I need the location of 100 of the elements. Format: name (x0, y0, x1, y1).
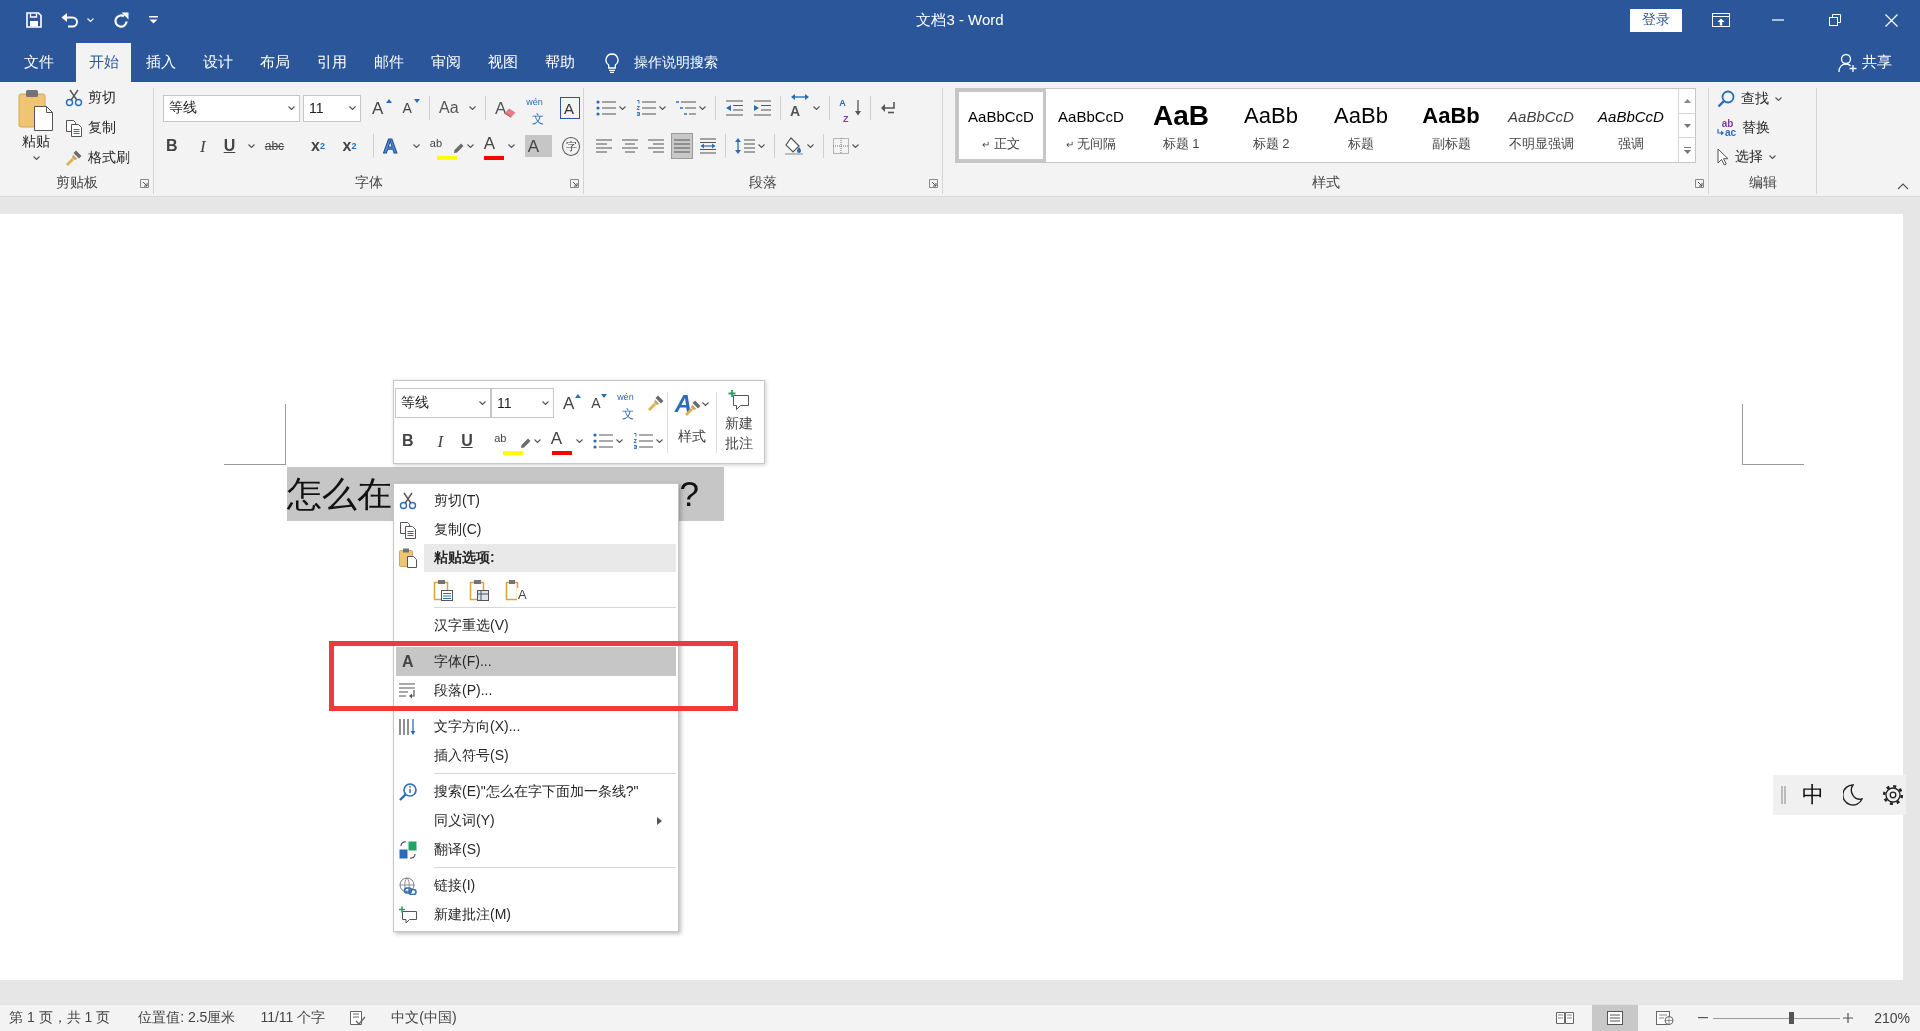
menu-item[interactable]: 文字方向(X)... (396, 712, 676, 741)
bold-button[interactable]: B (399, 428, 429, 454)
highlight-button[interactable]: ab (426, 133, 477, 159)
text-effects-button[interactable]: A (379, 133, 423, 159)
grow-font-button[interactable]: A (560, 390, 585, 416)
style-item[interactable]: AaBb 副标题 (1406, 89, 1496, 162)
ribbon-tab[interactable]: 审阅 (418, 43, 473, 82)
font-name-field[interactable]: 等线 (395, 388, 491, 418)
word-count[interactable]: 11/11 个字 (260, 1009, 326, 1027)
style-item[interactable]: AaB 标题 1 (1136, 89, 1226, 162)
font-size-field[interactable]: 11 (491, 388, 554, 418)
shrink-font-button[interactable]: A (588, 390, 611, 416)
drag-handle-icon[interactable] (1781, 786, 1786, 804)
style-item[interactable]: AaBb 标题 (1316, 89, 1406, 162)
language-indicator[interactable]: 中文(中国) (391, 1009, 457, 1027)
sort-button[interactable]: A Z (836, 95, 865, 121)
new-comment-button[interactable]: 新建批注 (717, 388, 761, 463)
copy-icon (399, 520, 417, 539)
highlight-button[interactable]: ab (491, 428, 544, 454)
dialog-launcher-icon[interactable] (570, 178, 579, 188)
menu-item[interactable]: 插入符号(S) (396, 741, 676, 770)
style-item[interactable]: AaBbCcD 强调 (1586, 89, 1676, 162)
italic-button[interactable]: I (194, 133, 217, 159)
underline-button[interactable]: U (220, 133, 258, 159)
dropdown-icon (149, 16, 158, 24)
style-item[interactable]: AaBbCcD ↵ 正文 (956, 89, 1046, 162)
copy-button[interactable]: 复制 (65, 115, 130, 141)
menu-item[interactable]: 汉字重选(V) (396, 611, 676, 640)
settings-icon[interactable] (1882, 784, 1904, 806)
dialog-launcher-icon[interactable] (140, 178, 149, 188)
paste-button[interactable]: 粘贴 (12, 88, 60, 172)
ribbon-tab[interactable]: 设计 (190, 43, 245, 82)
dotted-grid-icon (833, 138, 849, 154)
find-button[interactable]: 查找 (1717, 86, 1782, 112)
moon-icon[interactable] (1843, 784, 1863, 806)
ribbon-tab[interactable]: 视图 (475, 43, 530, 82)
ribbon-tab[interactable]: 布局 (247, 43, 302, 82)
styles-button[interactable]: A 样式 (668, 388, 716, 463)
ribbon-tab[interactable]: 插入 (133, 43, 188, 82)
change-case-button[interactable]: Aa (436, 95, 480, 121)
zoom-percentage[interactable]: 210% (1874, 1010, 1910, 1026)
cut-button[interactable]: 剪切 (65, 85, 130, 111)
input-mode-toggle[interactable]: 中 (1802, 780, 1824, 810)
font-color-button[interactable]: A (480, 133, 518, 159)
brush-icon (65, 149, 83, 167)
dialog-launcher-icon[interactable] (1695, 178, 1704, 188)
ribbon-tab[interactable]: 引用 (304, 43, 359, 82)
style-item[interactable]: AaBbCcD 不明显强调 (1496, 89, 1586, 162)
up-triangle-icon (1683, 98, 1691, 103)
menu-item[interactable]: A 字体(F)... (396, 647, 676, 676)
caret-icon (32, 156, 40, 160)
group-label: 样式 (1311, 174, 1340, 192)
sign-in-button[interactable]: 登录 (1630, 8, 1682, 32)
dialog-launcher-icon[interactable] (929, 178, 938, 188)
underline-button[interactable]: U (458, 428, 488, 454)
distributed-icon (700, 138, 716, 154)
print-layout-button[interactable] (1592, 1005, 1639, 1031)
shrink-font-button[interactable]: A (399, 95, 424, 121)
menu-section-header: 粘贴选项: (424, 544, 676, 572)
menu-item[interactable]: 搜索(E)"怎么在字下面加一条线?" (396, 777, 676, 806)
lightbulb-icon (605, 52, 619, 73)
menu-item[interactable]: 剪切(T) (396, 486, 676, 515)
menu-item[interactable]: 段落(P)... (396, 676, 676, 705)
clear-formatting-button[interactable]: A (492, 95, 520, 121)
style-item[interactable]: AaBb 标题 2 (1226, 89, 1316, 162)
search-icon (1717, 90, 1735, 108)
font-color-button[interactable]: A (547, 428, 587, 454)
select-button[interactable]: 选择 (1717, 144, 1782, 170)
collapse-ribbon-icon[interactable] (1897, 183, 1909, 190)
format-painter-button[interactable]: 格式刷 (65, 145, 130, 171)
eraser-icon (504, 107, 517, 118)
menu-item[interactable]: 链接(I) (396, 871, 676, 900)
menu-item[interactable]: 新建批注(M) (396, 900, 676, 929)
asian-layout-button[interactable]: A (787, 95, 824, 121)
style-item[interactable]: AaBbCcD ↵ 无间隔 (1046, 89, 1136, 162)
tell-me-search[interactable]: 操作说明搜索 (605, 43, 718, 82)
slider-thumb[interactable] (1788, 1012, 1794, 1024)
ribbon-tab[interactable]: 开始 (76, 43, 131, 82)
zoom-in-icon[interactable] (1843, 1013, 1854, 1023)
strikethrough-button[interactable]: abc (261, 133, 305, 159)
outdent-icon (725, 100, 743, 116)
clipboard-icon (505, 579, 519, 601)
vertical-lines-arrow-icon (399, 717, 417, 736)
superscript-button[interactable]: x$^{2}$ (339, 133, 367, 159)
bold-button[interactable]: B (163, 133, 191, 159)
menu-item[interactable]: 复制(C) (396, 515, 676, 544)
font-name-field[interactable]: 等线 (163, 94, 300, 122)
menu-item[interactable]: 同义词(Y) (396, 806, 676, 835)
ribbon-tab[interactable]: 文件 (11, 43, 66, 82)
font-size-field[interactable]: 11 (303, 94, 361, 122)
italic-button[interactable]: I (432, 428, 455, 454)
page-indicator[interactable]: 第 1 页，共 1 页 (9, 1009, 111, 1027)
share-button[interactable]: 共享 (1838, 43, 1892, 82)
grow-font-button[interactable]: A (369, 95, 396, 121)
down-triangle-icon (1683, 123, 1691, 128)
menu-item[interactable]: 翻译(S) (396, 835, 676, 864)
book-check-icon[interactable] (350, 1011, 367, 1025)
paste-option-button[interactable]: A (505, 575, 528, 601)
ribbon-tab[interactable]: 帮助 (532, 43, 587, 82)
ribbon-tab[interactable]: 邮件 (361, 43, 416, 82)
